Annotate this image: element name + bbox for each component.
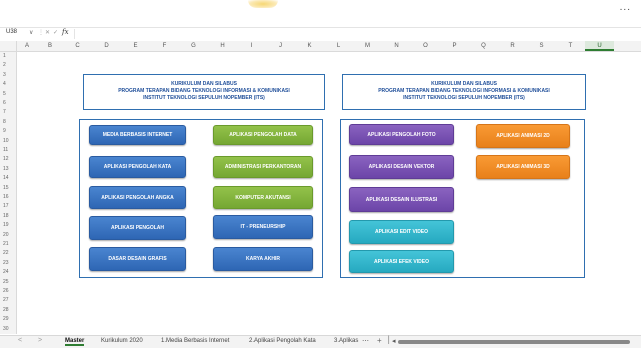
confirm-icon[interactable]: ✓ <box>53 29 58 36</box>
column-header-d[interactable]: D <box>92 41 121 51</box>
column-header-j[interactable]: J <box>266 41 295 51</box>
app-logo <box>248 0 278 8</box>
column-header-l[interactable]: L <box>324 41 353 51</box>
column-header-h[interactable]: H <box>208 41 237 51</box>
column-header-q[interactable]: Q <box>469 41 498 51</box>
formula-bar-separator: ⋮ <box>38 30 44 36</box>
column-header-g[interactable]: G <box>179 41 208 51</box>
row-header: 1 2 3 4 5 6 7 8 9 10 11 12 13 14 15 16 17 18 19 20 21 22 23 24 2… <box>0 52 17 334</box>
panel-title-line: KURIKULUM DAN SILABUS <box>431 81 497 87</box>
column-header: ABCDEFGHIJKLMNOPQRSTU <box>0 41 641 52</box>
horizontal-scrollbar[interactable] <box>398 340 630 344</box>
more-sheets-icon[interactable]: ⋯ <box>362 337 369 345</box>
more-options-icon[interactable]: ... <box>620 2 631 13</box>
title-bar: ... <box>0 0 641 27</box>
aplikasi-pengolah-angka-button[interactable]: APLIKASI PENGOLAH ANGKA <box>89 186 186 209</box>
formula-bar: U38 ∨ ⋮ ✕ ✓ fx <box>0 27 641 42</box>
administrasi-perkantoran-button[interactable]: ADMINISTRASI PERKANTORAN <box>213 156 313 178</box>
column-header-m[interactable]: M <box>353 41 382 51</box>
panel-title-line: PROGRAM TERAPAN BIDANG TEKNOLOGI INFORMA… <box>378 88 550 94</box>
sheet-tab-bar: < > Master Kurikulum 2020 1.Media Berbas… <box>0 335 641 348</box>
prev-sheet-icon[interactable]: < <box>18 337 22 344</box>
panel-title-line: INSTITUT TEKNOLOGI SEPULUH NOPEMBER (ITS… <box>143 95 265 101</box>
column-header-u[interactable]: U <box>585 41 614 51</box>
panel-title-line: INSTITUT TEKNOLOGI SEPULUH NOPEMBER (ITS… <box>403 95 525 101</box>
scroll-left-icon[interactable]: ◂ <box>392 337 396 345</box>
aplikasi-edit-video-button[interactable]: APLIKASI EDIT VIDEO <box>349 220 454 244</box>
worksheet-grid[interactable]: KURIKULUM DAN SILABUS PROGRAM TERAPAN BI… <box>17 52 641 334</box>
left-curriculum-panel: KURIKULUM DAN SILABUS PROGRAM TERAPAN BI… <box>83 74 325 110</box>
next-sheet-icon[interactable]: > <box>38 337 42 344</box>
column-header-k[interactable]: K <box>295 41 324 51</box>
column-header-a[interactable]: A <box>17 41 37 51</box>
column-header-i[interactable]: I <box>237 41 266 51</box>
column-header-n[interactable]: N <box>382 41 411 51</box>
sheet-tab-master[interactable]: Master <box>65 338 85 346</box>
cancel-icon[interactable]: ✕ <box>45 29 50 36</box>
karya-akhir-button[interactable]: KARYA AKHIR <box>213 247 313 271</box>
sheet-tab-kurikulum-2020[interactable]: Kurikulum 2020 <box>101 338 143 344</box>
name-box[interactable]: U38 <box>6 29 17 35</box>
aplikasi-desain-ilustrasi-button[interactable]: APLIKASI DESAIN ILUSTRASI <box>349 187 454 212</box>
column-header-b[interactable]: B <box>37 41 63 51</box>
panel-title-line: PROGRAM TERAPAN BIDANG TEKNOLOGI INFORMA… <box>118 88 290 94</box>
right-curriculum-panel: KURIKULUM DAN SILABUS PROGRAM TERAPAN BI… <box>342 74 586 110</box>
chevron-down-icon[interactable]: ∨ <box>29 29 33 36</box>
add-sheet-icon[interactable]: + <box>377 336 382 345</box>
sheet-tab-aplikasi-pengolah-kata[interactable]: 2.Aplikasi Pengolah Kata <box>249 338 316 344</box>
column-header-f[interactable]: F <box>150 41 179 51</box>
sheet-tab-media-berbasis-internet[interactable]: 1.Media Berbasis Internet <box>161 338 229 344</box>
komputer-akutansi-button[interactable]: KOMPUTER AKUTANSI <box>213 186 313 209</box>
column-header-c[interactable]: C <box>63 41 92 51</box>
select-all-corner[interactable] <box>0 41 17 51</box>
aplikasi-animasi-3d-button[interactable]: APLIKASI ANIMASI 3D <box>476 155 570 179</box>
column-header-p[interactable]: P <box>440 41 469 51</box>
column-header-t[interactable]: T <box>556 41 585 51</box>
panel-title-line: KURIKULUM DAN SILABUS <box>171 81 237 87</box>
it-preneurship-button[interactable]: IT - PRENEURSHIP <box>213 215 313 239</box>
sheet-tab-aplikas[interactable]: 3.Aplikas <box>334 338 358 344</box>
aplikasi-efek-video-button[interactable]: APLIKASI EFEK VIDEO <box>349 250 454 273</box>
dasar-desain-grafis-button[interactable]: DASAR DESAIN GRAFIS <box>89 247 186 271</box>
column-header-o[interactable]: O <box>411 41 440 51</box>
aplikasi-pengolah-data-button[interactable]: APLIKASI PENGOLAH DATA <box>213 125 313 145</box>
media-berbasis-internet-button[interactable]: MEDIA BERBASIS INTERNET <box>89 125 186 145</box>
formula-input[interactable] <box>74 29 635 39</box>
column-header-r[interactable]: R <box>498 41 527 51</box>
column-header-s[interactable]: S <box>527 41 556 51</box>
aplikasi-pengolah-kata-button[interactable]: APLIKASI PENGOLAH KATA <box>89 156 186 178</box>
tab-divider: │ <box>387 337 392 344</box>
aplikasi-animasi-2d-button[interactable]: APLIKASI ANIMASI 2D <box>476 124 570 148</box>
insert-function-icon[interactable]: fx <box>62 28 69 36</box>
column-header-e[interactable]: E <box>121 41 150 51</box>
aplikasi-desain-vektor-button[interactable]: APLIKASI DESAIN VEKTOR <box>349 155 454 179</box>
aplikasi-pengolah-button[interactable]: APLIKASI PENGOLAH <box>89 216 186 240</box>
aplikasi-pengolah-foto-button[interactable]: APLIKASI PENGOLAH FOTO <box>349 124 454 145</box>
